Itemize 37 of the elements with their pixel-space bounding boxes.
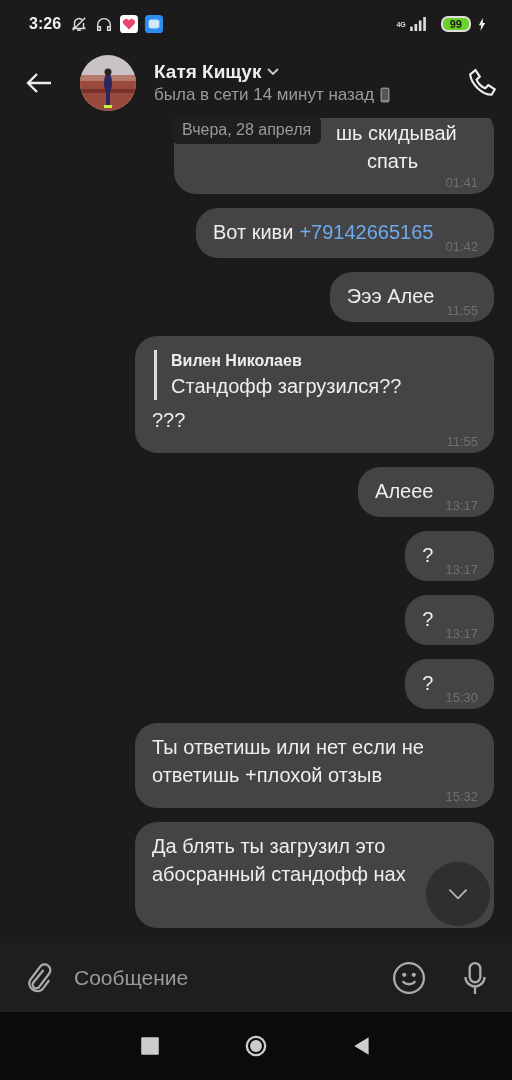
message-text: Вот киви — [212, 221, 294, 243]
message-text: ? — [422, 608, 434, 630]
message-text: Да блять ты загрузил это — [152, 835, 386, 857]
phone-link[interactable]: +79142665165 — [299, 221, 434, 243]
home-icon[interactable] — [245, 1035, 267, 1057]
message-text: ответишь +плохой отзыв — [152, 764, 382, 786]
back-arrow-icon[interactable] — [26, 72, 52, 94]
message-text: ? — [422, 544, 434, 566]
message-text: ??? — [152, 409, 186, 431]
headphones-icon — [95, 15, 114, 33]
heart-app-icon — [120, 15, 139, 33]
message-text: Эээ Алее — [346, 285, 435, 307]
message-text: Ты ответишь или нет если не — [152, 736, 424, 758]
charging-icon — [478, 17, 486, 31]
clock: 3:26 — [29, 15, 62, 33]
message-text: Алеее — [375, 480, 434, 502]
app-icon — [145, 15, 164, 33]
bell-off-icon — [70, 15, 89, 33]
mobile-device-icon — [380, 87, 391, 103]
chevron-down-icon[interactable] — [267, 68, 280, 76]
message-text: ? — [422, 672, 434, 694]
chevron-down-icon — [447, 888, 469, 900]
recent-apps-icon[interactable] — [139, 1035, 161, 1057]
message-input-field[interactable]: Сообщение — [70, 959, 376, 996]
quote-text: Стандофф загрузился?? — [171, 374, 403, 399]
emoji-icon[interactable] — [392, 960, 426, 995]
message-text: спать — [367, 150, 419, 172]
battery-indicator: 99 — [440, 16, 471, 32]
signal-icon — [407, 17, 428, 31]
date-label: Вчера, 28 апреля — [172, 118, 322, 144]
message-text: абосранный стандофф нах — [152, 863, 406, 885]
phone-call-icon[interactable] — [468, 68, 498, 98]
message-text: шь скидывай — [336, 122, 457, 144]
contact-name[interactable]: Катя Кищук — [154, 61, 262, 83]
microphone-icon[interactable] — [462, 960, 488, 995]
quote-author: Вилен Николаев — [171, 351, 303, 371]
last-seen-status: была в сети 14 минут назад — [154, 85, 375, 105]
